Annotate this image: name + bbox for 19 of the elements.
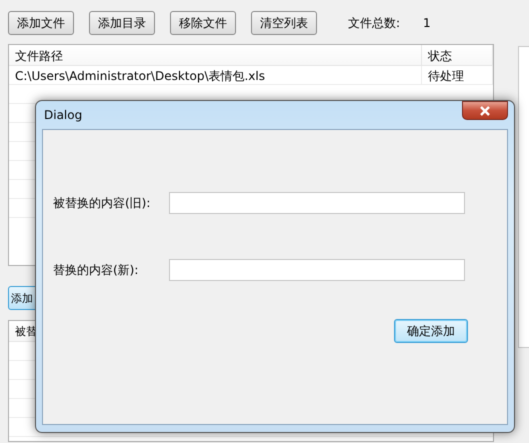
table-cell: 待处理: [422, 66, 493, 85]
close-button[interactable]: [462, 101, 508, 120]
input-field[interactable]: [169, 192, 465, 214]
toolbar-button[interactable]: 添加文件: [8, 11, 74, 35]
input-field[interactable]: [169, 259, 465, 281]
file-count-value: 1: [423, 16, 431, 30]
add-button[interactable]: 添加: [8, 286, 38, 310]
column-header: 文件路径: [9, 45, 422, 65]
column-header: 状态: [422, 45, 493, 65]
field-label: 被替换的内容(旧):: [53, 194, 152, 212]
field-label: 替换的内容(新):: [53, 262, 140, 278]
table-cell: C:\Users\Administrator\Desktop\表情包.xls: [9, 66, 422, 85]
toolbar-button[interactable]: 清空列表: [251, 11, 317, 35]
confirm-button[interactable]: 确定添加: [394, 319, 468, 343]
toolbar-button[interactable]: 添加目录: [89, 11, 155, 35]
file-count-label: 文件总数:: [348, 14, 400, 32]
dialog-title: Dialog: [43, 108, 82, 122]
toolbar-button[interactable]: 移除文件: [170, 11, 236, 35]
close-icon: [479, 106, 491, 116]
